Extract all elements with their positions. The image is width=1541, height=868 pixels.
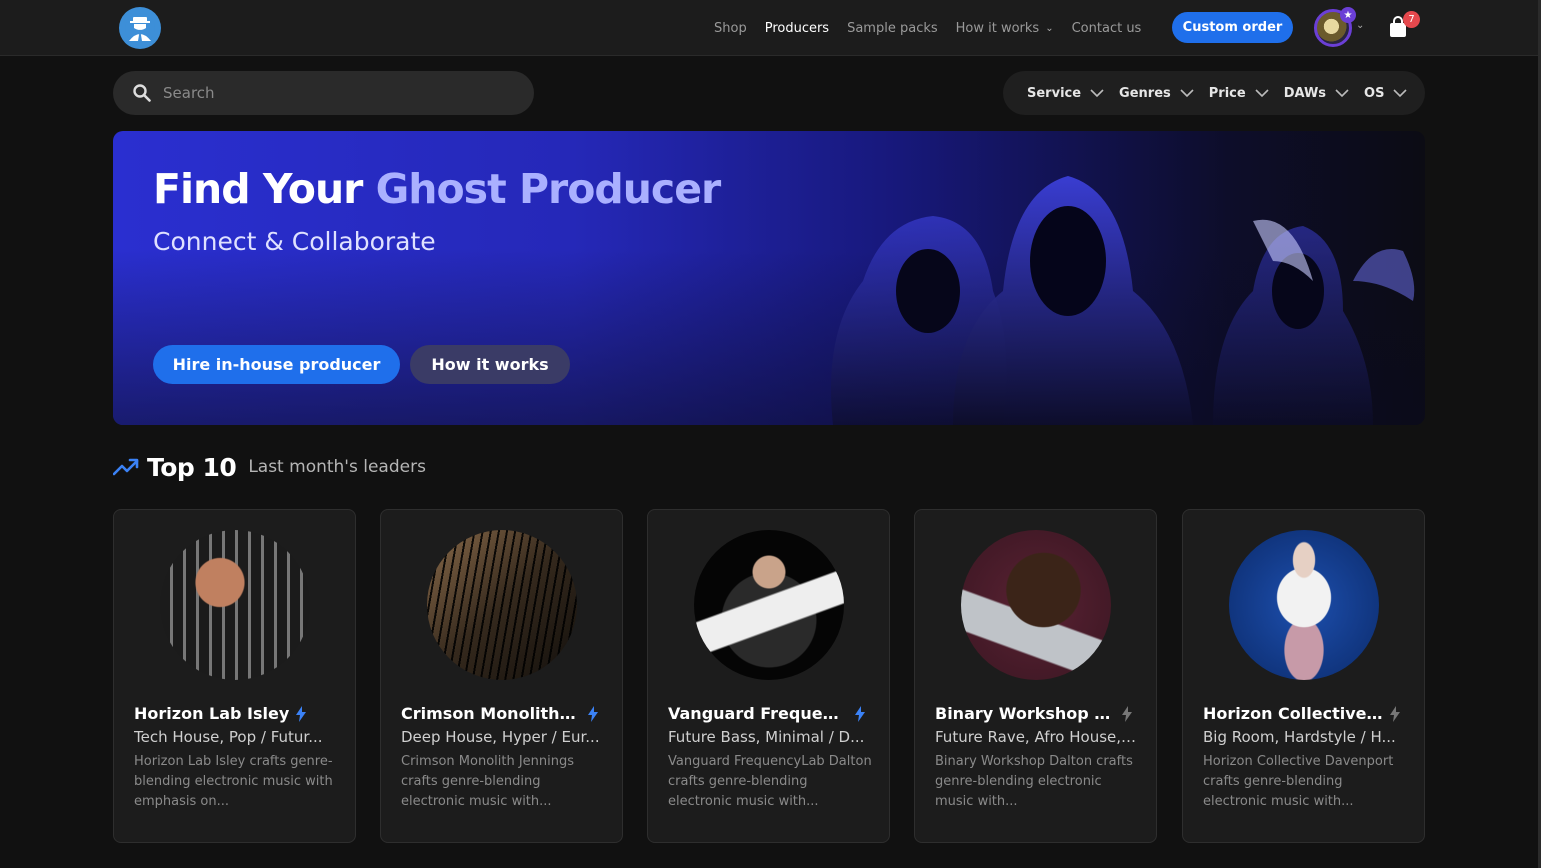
nav-how-it-works-label: How it works xyxy=(955,20,1040,36)
producer-name-text: Crimson Monolith Je... xyxy=(401,704,581,723)
filter-label: Genres xyxy=(1119,85,1171,101)
nav-producers[interactable]: Producers xyxy=(765,21,829,36)
ghost-producer-logo-icon[interactable] xyxy=(119,7,161,49)
producer-name-text: Vanguard Frequency... xyxy=(668,704,848,723)
search-bar xyxy=(113,71,534,115)
producer-photo xyxy=(694,530,844,680)
producer-card[interactable]: Binary Workshop Dal... Future Rave, Afro… xyxy=(914,509,1157,843)
nav-how-it-works[interactable]: How it works ⌄ xyxy=(956,21,1054,36)
nav-contact-us[interactable]: Contact us xyxy=(1072,21,1142,36)
chevron-down-icon: ⌄ xyxy=(1045,22,1054,34)
bolt-icon xyxy=(296,705,307,722)
hero-title-main: Find Your xyxy=(153,165,376,213)
producer-photo xyxy=(160,530,310,680)
producer-genres: Deep House, Hyper / Eur... xyxy=(401,728,600,746)
filter-daws[interactable]: DAWs xyxy=(1284,86,1350,101)
producer-description: Horizon Collective Davenport crafts genr… xyxy=(1203,754,1394,809)
hero-subtitle: Connect & Collaborate xyxy=(153,227,436,256)
producer-name: Horizon Collective Da... xyxy=(1203,704,1413,723)
top10-subtitle: Last month's leaders xyxy=(248,457,426,477)
producer-description: Binary Workshop Dalton crafts genre-blen… xyxy=(935,754,1133,809)
producer-name: Binary Workshop Dal... xyxy=(935,704,1145,723)
hero-title-accent: Ghost Producer xyxy=(375,165,722,213)
filter-label: DAWs xyxy=(1283,85,1327,101)
bolt-icon xyxy=(855,705,865,722)
producer-description: Crimson Monolith Jennings crafts genre-b… xyxy=(401,754,575,809)
producer-card[interactable]: Crimson Monolith Je... Deep House, Hyper… xyxy=(380,509,623,843)
main-nav: Shop Producers Sample packs How it works… xyxy=(714,0,1159,56)
bolt-icon xyxy=(588,705,598,722)
producer-name: Crimson Monolith Je... xyxy=(401,704,611,723)
producer-description: Horizon Lab Isley crafts genre-blending … xyxy=(134,754,333,809)
producer-name-text: Horizon Lab Isley xyxy=(134,704,290,723)
bolt-icon xyxy=(1390,705,1400,722)
producer-name: Horizon Lab Isley xyxy=(134,704,344,723)
hero-title: Find Your Ghost Producer xyxy=(153,165,722,213)
top10-heading: Top 10 Last month's leaders xyxy=(113,450,426,484)
star-icon: ★ xyxy=(1340,7,1356,23)
chevron-down-icon xyxy=(1393,89,1408,98)
chevron-down-icon xyxy=(1335,89,1349,98)
user-avatar[interactable]: ★ xyxy=(1314,7,1356,47)
producer-description: Vanguard FrequencyLab Dalton crafts genr… xyxy=(668,754,872,809)
cart-count-badge: 7 xyxy=(1403,11,1420,28)
nav-shop[interactable]: Shop xyxy=(714,21,747,36)
filter-label: Service xyxy=(1027,85,1082,101)
producer-name: Vanguard Frequency... xyxy=(668,704,878,723)
search-icon xyxy=(133,84,151,102)
filter-service[interactable]: Service xyxy=(1027,86,1105,101)
chevron-down-icon xyxy=(1090,89,1104,98)
producer-photo xyxy=(961,530,1111,680)
producer-genres: Future Rave, Afro House, ... xyxy=(935,728,1140,746)
how-it-works-button[interactable]: How it works xyxy=(410,345,570,384)
hooded-figures-illustration xyxy=(831,176,1415,425)
filter-label: OS xyxy=(1364,85,1385,101)
filter-os[interactable]: OS xyxy=(1364,86,1408,101)
producer-photo xyxy=(1229,530,1379,680)
producer-cards: Horizon Lab Isley Tech House, Pop / Futu… xyxy=(113,509,1425,843)
producer-genres: Big Room, Hardstyle / H... xyxy=(1203,728,1396,746)
filter-genres[interactable]: Genres xyxy=(1119,86,1195,101)
bolt-icon xyxy=(1122,705,1132,722)
chevron-down-icon[interactable]: ⌄ xyxy=(1356,20,1364,31)
producer-name-text: Binary Workshop Dal... xyxy=(935,704,1115,723)
producer-photo xyxy=(427,530,577,680)
top10-title: Top 10 xyxy=(147,452,237,482)
producer-name-text: Horizon Collective Da... xyxy=(1203,704,1383,723)
filter-label: Price xyxy=(1208,85,1246,101)
trending-up-icon xyxy=(113,458,139,476)
producer-card[interactable]: Horizon Lab Isley Tech House, Pop / Futu… xyxy=(113,509,356,843)
search-input[interactable] xyxy=(163,84,493,102)
hire-in-house-producer-button[interactable]: Hire in-house producer xyxy=(153,345,400,384)
nav-sample-packs[interactable]: Sample packs xyxy=(847,21,938,36)
filter-bar: Service Genres Price DAWs OS xyxy=(1003,71,1425,115)
top-navigation-bar: Shop Producers Sample packs How it works… xyxy=(0,0,1541,56)
producer-card[interactable]: Vanguard Frequency... Future Bass, Minim… xyxy=(647,509,890,843)
producer-genres: Tech House, Pop / Futur... xyxy=(134,728,323,746)
chevron-down-icon xyxy=(1255,89,1269,98)
custom-order-button[interactable]: Custom order xyxy=(1172,12,1293,43)
producer-card[interactable]: Horizon Collective Da... Big Room, Hards… xyxy=(1182,509,1425,843)
filter-price[interactable]: Price xyxy=(1209,86,1270,101)
hero-banner: Find Your Ghost Producer Connect & Colla… xyxy=(113,131,1425,425)
chevron-down-icon xyxy=(1180,89,1194,98)
producer-genres: Future Bass, Minimal / D... xyxy=(668,728,865,746)
